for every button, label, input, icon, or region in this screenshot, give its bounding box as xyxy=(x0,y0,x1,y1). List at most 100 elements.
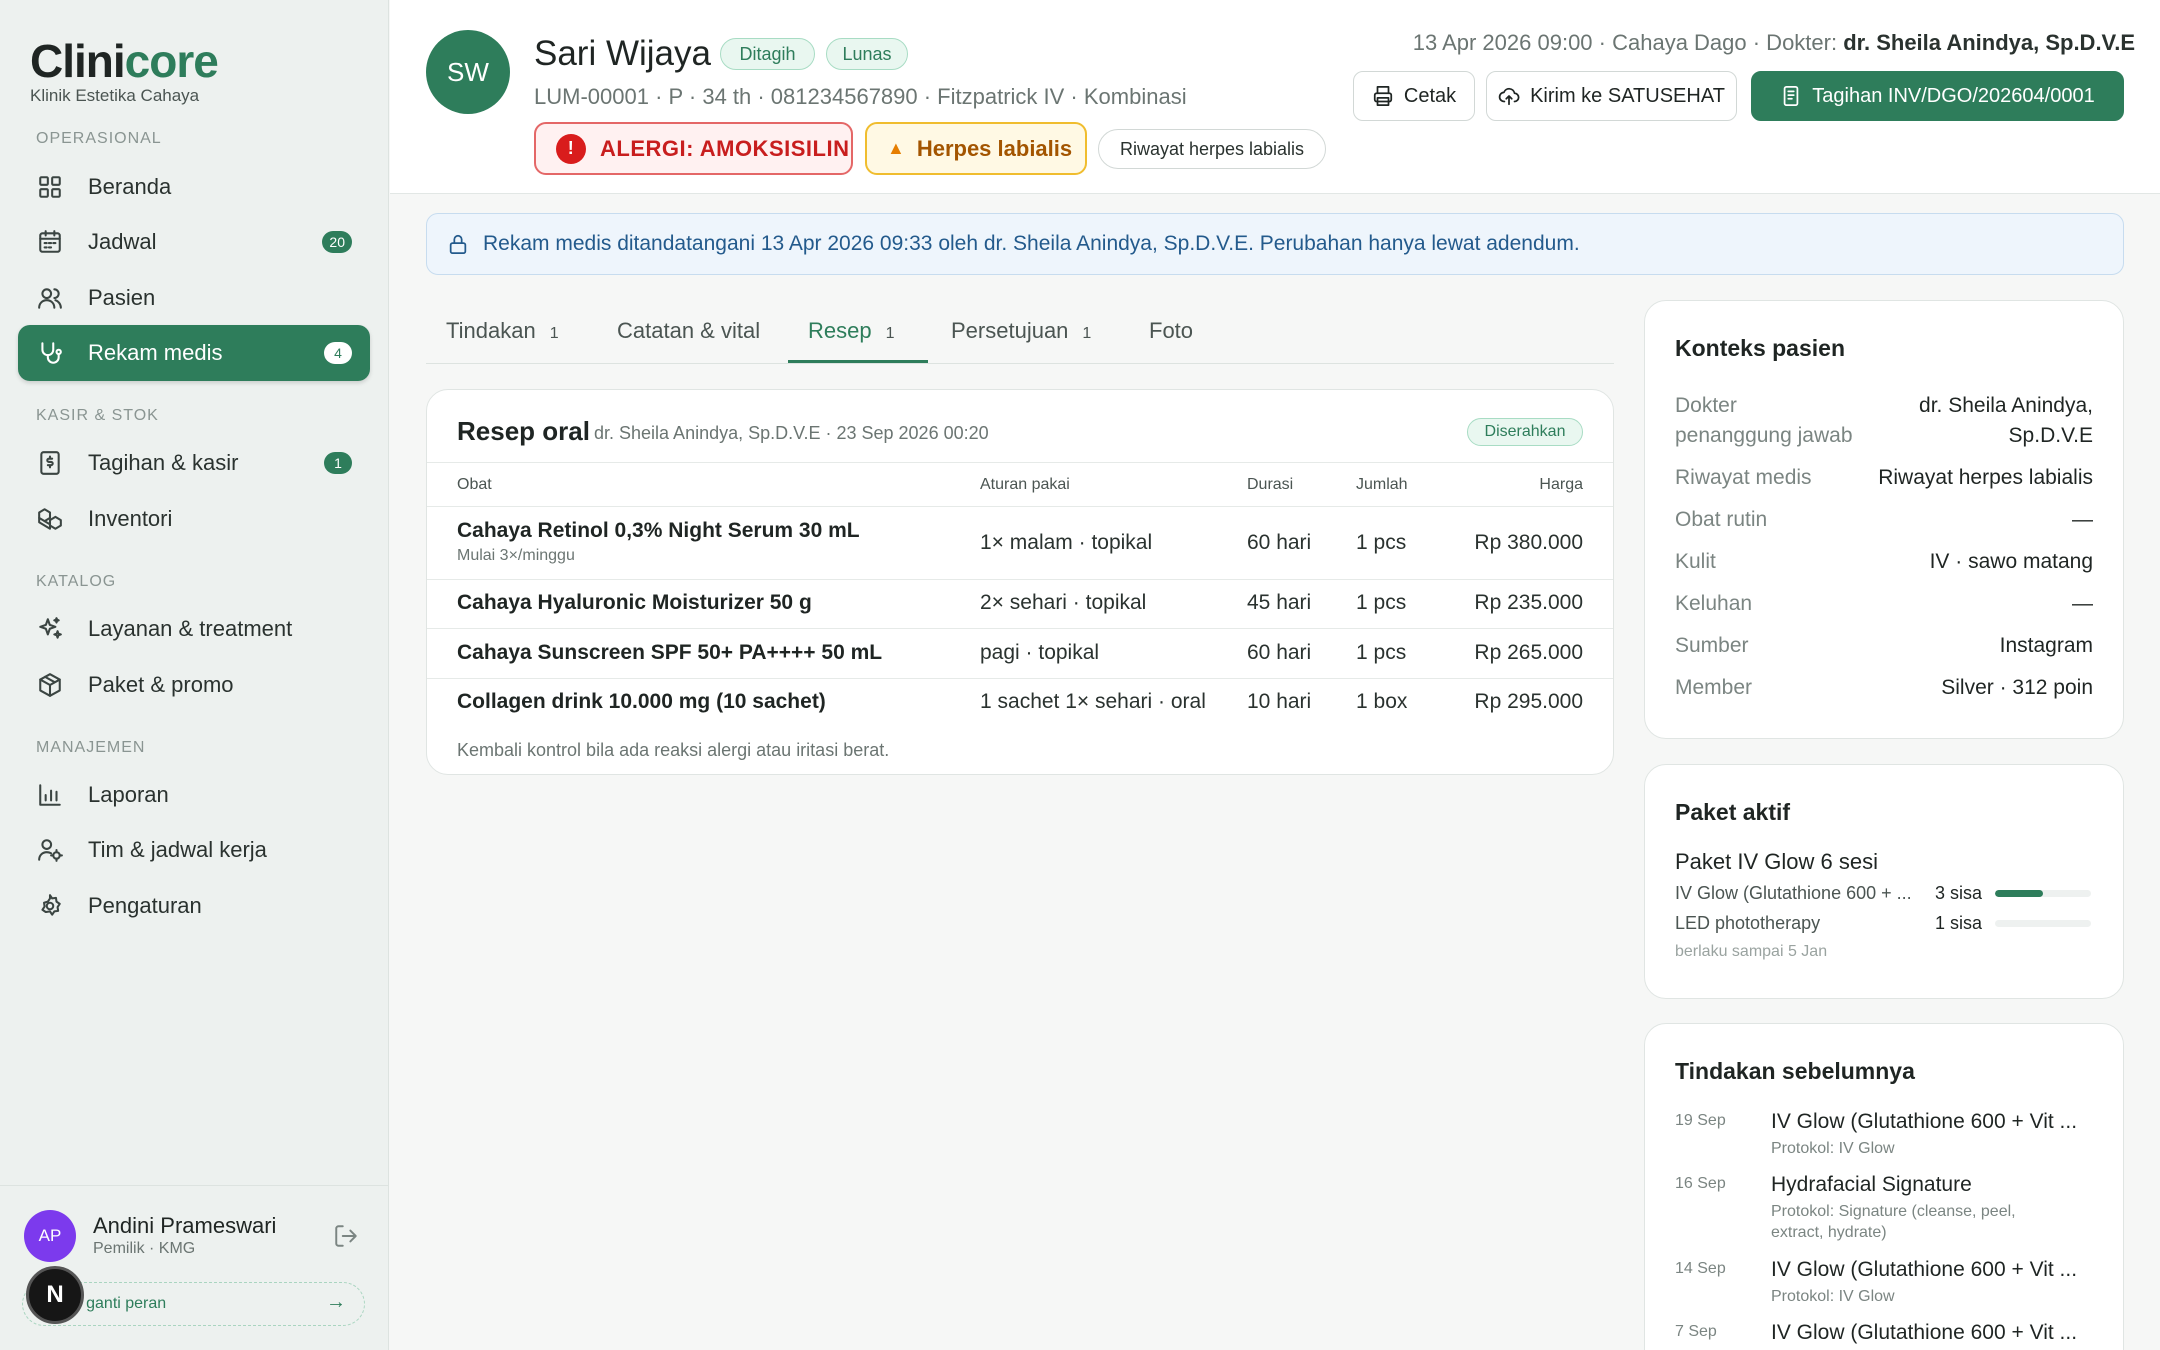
sidebar-item-pasien[interactable]: Pasien xyxy=(18,270,370,326)
n-floating-button[interactable]: N xyxy=(26,1266,84,1324)
nav-section-operasional: OPERASIONAL xyxy=(36,130,162,147)
dose: 2× sehari · topikal xyxy=(980,591,1147,614)
lock-icon xyxy=(449,234,467,255)
sidebar-item-layanan[interactable]: Layanan & treatment xyxy=(18,601,370,657)
column-header: Aturan pakai xyxy=(980,476,1070,493)
history-chip[interactable]: Riwayat herpes labialis xyxy=(1098,129,1326,169)
warning-icon: ▲ xyxy=(887,138,905,158)
record-tabs: Tindakan 1 Catatan & vital Resep 1 Persetu… xyxy=(426,300,1614,364)
logout-icon[interactable] xyxy=(333,1223,359,1249)
tab-foto[interactable]: Foto xyxy=(1149,318,1193,344)
duration: 45 hari xyxy=(1247,591,1312,614)
treatment-protocol: Protokol: Signature (cleanse, peel, extra… xyxy=(1771,1203,2016,1241)
patient-name: Sari Wijaya xyxy=(534,34,711,73)
drug-name: Cahaya Sunscreen SPF 50+ PA++++ 50 mL xyxy=(457,641,883,664)
sidebar-item-rekam-medis[interactable]: Rekam medis 4 xyxy=(18,325,370,381)
dose: 1 sachet 1× sehari · oral xyxy=(980,690,1206,713)
package-item-name: IV Glow (Glutathione 600 + ... xyxy=(1675,883,1912,903)
sidebar-item-inventori[interactable]: Inventori xyxy=(18,491,370,547)
dose: pagi · topikal xyxy=(980,641,1100,664)
bar-chart-icon xyxy=(36,781,64,809)
print-button[interactable]: Cetak xyxy=(1353,71,1475,121)
context-label: Keluhan xyxy=(1675,592,1753,615)
treatment-protocol: Protokol: IV Glow xyxy=(1771,1288,1895,1305)
sidebar-item-label: Paket & promo xyxy=(88,672,234,697)
sidebar-item-beranda[interactable]: Beranda xyxy=(18,159,370,215)
alert-icon: ! xyxy=(556,133,586,164)
send-satusehat-button[interactable]: Kirim ke SATUSEHAT xyxy=(1486,71,1737,121)
sidebar-item-paket[interactable]: Paket & promo xyxy=(18,657,370,713)
sidebar-item-label: Pengaturan xyxy=(88,893,202,918)
signed-notice: Rekam medis ditandatangani 13 Apr 2026 0… xyxy=(426,213,2124,275)
status-badge-ditagih: Ditagih xyxy=(720,38,815,70)
nav-section-manajemen: MANAJEMEN xyxy=(36,739,146,756)
prescription-title: Resep oral xyxy=(457,416,590,446)
sidebar-item-label: Pasien xyxy=(88,285,156,310)
sidebar-item-label: Tagihan & kasir xyxy=(88,450,239,475)
context-value: dr. Sheila Anindya, Sp.D.V.E xyxy=(1919,394,2093,447)
warning-alert[interactable]: ▲ Herpes labialis xyxy=(865,122,1087,175)
quantity: 1 pcs xyxy=(1356,591,1407,614)
package-validity: berlaku sampai 5 Jan xyxy=(1675,943,1828,960)
sidebar-item-label: Jadwal xyxy=(88,229,157,254)
package-icon xyxy=(36,671,64,699)
user-role: Pemilik · KMG xyxy=(93,1240,196,1257)
package-name: Paket IV Glow 6 sesi xyxy=(1675,849,1878,874)
sidebar: Clinicore Klinik Estetika Cahaya OPERASI… xyxy=(0,0,389,1350)
count-badge: 4 xyxy=(324,342,352,364)
tab-resep[interactable]: Resep 1 xyxy=(808,318,895,344)
treatment-name: Hydrafacial Signature xyxy=(1771,1173,1972,1196)
context-label: Dokter penanggung jawab xyxy=(1675,394,1853,447)
receipt-icon xyxy=(36,449,64,477)
context-label: Obat rutin xyxy=(1675,508,1768,531)
allergy-alert[interactable]: ! ALERGI: AMOKSISILIN xyxy=(534,122,853,175)
users-icon xyxy=(36,284,64,312)
sidebar-item-pengaturan[interactable]: Pengaturan xyxy=(18,878,370,934)
duration: 60 hari xyxy=(1247,531,1312,554)
column-header: Durasi xyxy=(1247,476,1294,493)
boxes-icon xyxy=(36,505,64,533)
context-value: Silver · 312 poin xyxy=(1941,676,2093,699)
active-package-card: Paket aktif Paket IV Glow 6 sesi IV Glow… xyxy=(1644,764,2124,999)
patient-meta: LUM-00001 · P · 34 th · 081234567890 · F… xyxy=(534,84,1187,109)
prescription-card: Resep oral dr. Sheila Anindya, Sp.D.V.E … xyxy=(426,389,1614,775)
column-header: Jumlah xyxy=(1356,476,1408,493)
patient-context-card: Konteks pasien Dokter penanggung jawab dr… xyxy=(1644,300,2124,739)
tab-tindakan[interactable]: Tindakan 1 xyxy=(446,318,559,344)
status-badge-lunas: Lunas xyxy=(826,38,908,70)
brand-logo[interactable]: Clinicore xyxy=(30,34,219,88)
sidebar-item-label: Layanan & treatment xyxy=(88,616,293,641)
nav-section-kasir: KASIR & STOK xyxy=(36,407,159,424)
card-title: Tindakan sebelumnya xyxy=(1675,1058,1915,1084)
drug-name: Cahaya Retinol 0,3% Night Serum 30 mL xyxy=(457,519,860,542)
sidebar-item-label: Laporan xyxy=(88,782,169,807)
treatment-date: 16 Sep xyxy=(1675,1175,1726,1192)
stethoscope-icon xyxy=(36,339,64,367)
invoice-icon xyxy=(1783,85,1799,107)
price: Rp 235.000 xyxy=(1474,591,1583,614)
count-badge: 20 xyxy=(322,231,352,253)
treatment-name: IV Glow (Glutathione 600 + Vit ... xyxy=(1771,1321,2078,1344)
grid-icon xyxy=(36,173,64,201)
sidebar-item-tagihan[interactable]: Tagihan & kasir 1 xyxy=(18,435,370,491)
avatar[interactable]: AP xyxy=(24,1210,76,1262)
treatment-name: IV Glow (Glutathione 600 + Vit ... xyxy=(1771,1258,2078,1281)
sidebar-item-tim[interactable]: Tim & jadwal kerja xyxy=(18,822,370,878)
invoice-button[interactable]: Tagihan INV/DGO/202604/0001 xyxy=(1751,71,2124,121)
package-item-name: LED phototherapy xyxy=(1675,913,1821,933)
sidebar-item-laporan[interactable]: Laporan xyxy=(18,767,370,823)
sidebar-item-jadwal[interactable]: Jadwal 20 xyxy=(18,214,370,270)
card-title: Paket aktif xyxy=(1675,799,1791,825)
prescription-footnote: Kembali kontrol bila ada reaksi alergi a… xyxy=(457,740,890,760)
prescription-subtitle: dr. Sheila Anindya, Sp.D.V.E · 23 Sep 20… xyxy=(594,423,989,443)
price: Rp 380.000 xyxy=(1474,531,1583,554)
tab-persetujuan[interactable]: Persetujuan 1 xyxy=(951,318,1091,344)
count-badge: 1 xyxy=(324,452,352,474)
tab-catatan-vital[interactable]: Catatan & vital xyxy=(617,318,760,344)
treatment-name: IV Glow (Glutathione 600 + Vit ... xyxy=(1771,1110,2078,1133)
printer-icon xyxy=(1373,85,1392,107)
quantity: 1 box xyxy=(1356,690,1408,713)
card-title: Konteks pasien xyxy=(1675,335,1845,361)
package-progress-bar xyxy=(1995,890,2091,897)
quantity: 1 pcs xyxy=(1356,641,1407,664)
